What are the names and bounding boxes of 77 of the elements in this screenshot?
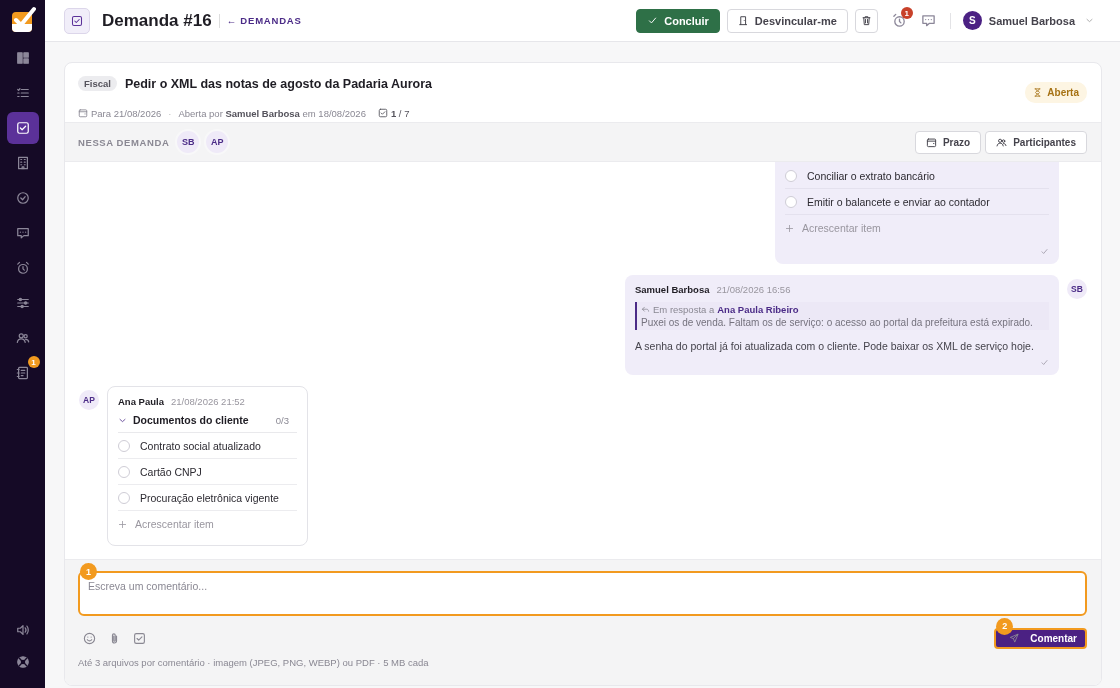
checkbox-icon[interactable]: [133, 631, 146, 645]
message-time: 21/08/2026 21:52: [170, 396, 245, 407]
section-label: NESSA DEMANDA: [78, 136, 170, 148]
checkbox-icon: [377, 108, 388, 119]
checkbox-nav-item[interactable]: [6, 112, 39, 144]
caret-icon[interactable]: [1085, 16, 1094, 25]
door-icon: [737, 15, 749, 26]
trash-icon: [860, 15, 872, 26]
back-link[interactable]: ← DEMANDAS: [226, 15, 302, 26]
check-icon: [647, 15, 659, 26]
dashboard-icon: [15, 51, 30, 65]
category-tag: Fiscal: [78, 76, 117, 91]
hourglass-icon: [1033, 88, 1043, 97]
author-avatar: SB: [1067, 279, 1087, 299]
checklist-checkbox[interactable]: [785, 169, 797, 182]
checklist-item-text: Conciliar o extrato bancário: [807, 169, 935, 182]
message-author: Ana Paula: [118, 396, 164, 407]
checklist-item-text: Procuração eletrônica vigente: [140, 491, 279, 504]
checklist-checkbox[interactable]: [118, 465, 130, 478]
message-text: A senha do portal já foi atualizada com o cliente. Pode baixar os XML de serviço hoje.: [635, 340, 1035, 352]
upload-hint: Até 3 arquivos por comentário · imagem (JPEG, PNG, WEBP) ou PDF · 5 MB cada: [78, 657, 430, 668]
message-time: 21/08/2026 16:56: [716, 284, 791, 295]
opened-by-text: Aberta por Samuel Barbosa em 18/08/2026: [178, 107, 366, 119]
speaker-icon: [15, 623, 30, 637]
participant-avatar[interactable]: SB: [175, 129, 202, 155]
quoted-text: Puxei os de venda. Faltam os de serviço: o acesso ao portal da prefeitura está expirado.: [641, 317, 1034, 328]
checklist-count: 0/3: [275, 414, 289, 426]
user-name[interactable]: Samuel Barbosa: [988, 14, 1075, 27]
step-badge: 2: [996, 617, 1014, 635]
checklist-icon: [15, 86, 30, 100]
reply-icon: [641, 305, 650, 314]
checklist-checkbox[interactable]: [118, 439, 130, 452]
send-icon: [1009, 633, 1020, 643]
app-logo[interactable]: [9, 6, 36, 34]
checklist-item-text: Emitir o balancete e enviar ao contador: [807, 195, 990, 208]
conclude-button[interactable]: Concluir: [636, 8, 720, 33]
due-date: Para 21/08/2026: [91, 107, 162, 119]
check-circle-icon: [15, 191, 30, 205]
chat-icon[interactable]: [920, 13, 936, 28]
delete-button[interactable]: [854, 8, 878, 33]
chat-icon: [15, 226, 30, 240]
checkbox-icon: [15, 121, 30, 135]
plus-icon: [118, 519, 127, 529]
plus-icon: [785, 223, 794, 233]
user-avatar[interactable]: S: [962, 11, 982, 30]
author-avatar: AP: [79, 390, 99, 410]
notification-badge: 1: [27, 356, 40, 368]
checklist-item-text: Cartão CNPJ: [140, 465, 202, 478]
alarm-clock-icon: [15, 261, 30, 275]
deadline-button[interactable]: Prazo: [914, 130, 982, 154]
alarm-clock-icon[interactable]: [891, 13, 907, 28]
status-badge: Aberta: [1025, 82, 1087, 103]
checklist-title: Documentos do cliente: [133, 414, 250, 426]
checklist-checkbox[interactable]: [118, 491, 130, 504]
message-author: Samuel Barbosa: [635, 284, 710, 295]
separator-dot: ·: [168, 107, 172, 119]
checkbox-icon: [71, 14, 83, 27]
lifebuoy-icon: [15, 655, 30, 669]
participant-avatar[interactable]: AP: [204, 129, 231, 155]
emoji-icon[interactable]: [83, 631, 96, 645]
people-icon: [996, 136, 1008, 148]
sliders-icon: [15, 296, 30, 310]
building-icon: [15, 156, 30, 170]
participants-button[interactable]: Participantes: [985, 130, 1087, 154]
progress-count: 1 / 7: [390, 107, 410, 119]
reply-author: Ana Paula Ribeiro: [717, 304, 799, 315]
calendar-icon: [925, 136, 937, 148]
unlink-button[interactable]: Desvincular-me: [726, 8, 848, 33]
notebook-icon: [15, 366, 30, 380]
calendar-icon: [78, 108, 88, 119]
reply-label: Em resposta a: [653, 304, 715, 315]
notification-badge: 1: [900, 7, 913, 19]
checklist-checkbox[interactable]: [785, 195, 797, 208]
checklist-item-text: Contrato social atualizado: [140, 439, 261, 452]
task-title: Pedir o XML das notas de agosto da Padaria Aurora: [124, 76, 432, 91]
people-icon: [15, 331, 30, 345]
page-title: Demanda #16: [102, 10, 212, 31]
